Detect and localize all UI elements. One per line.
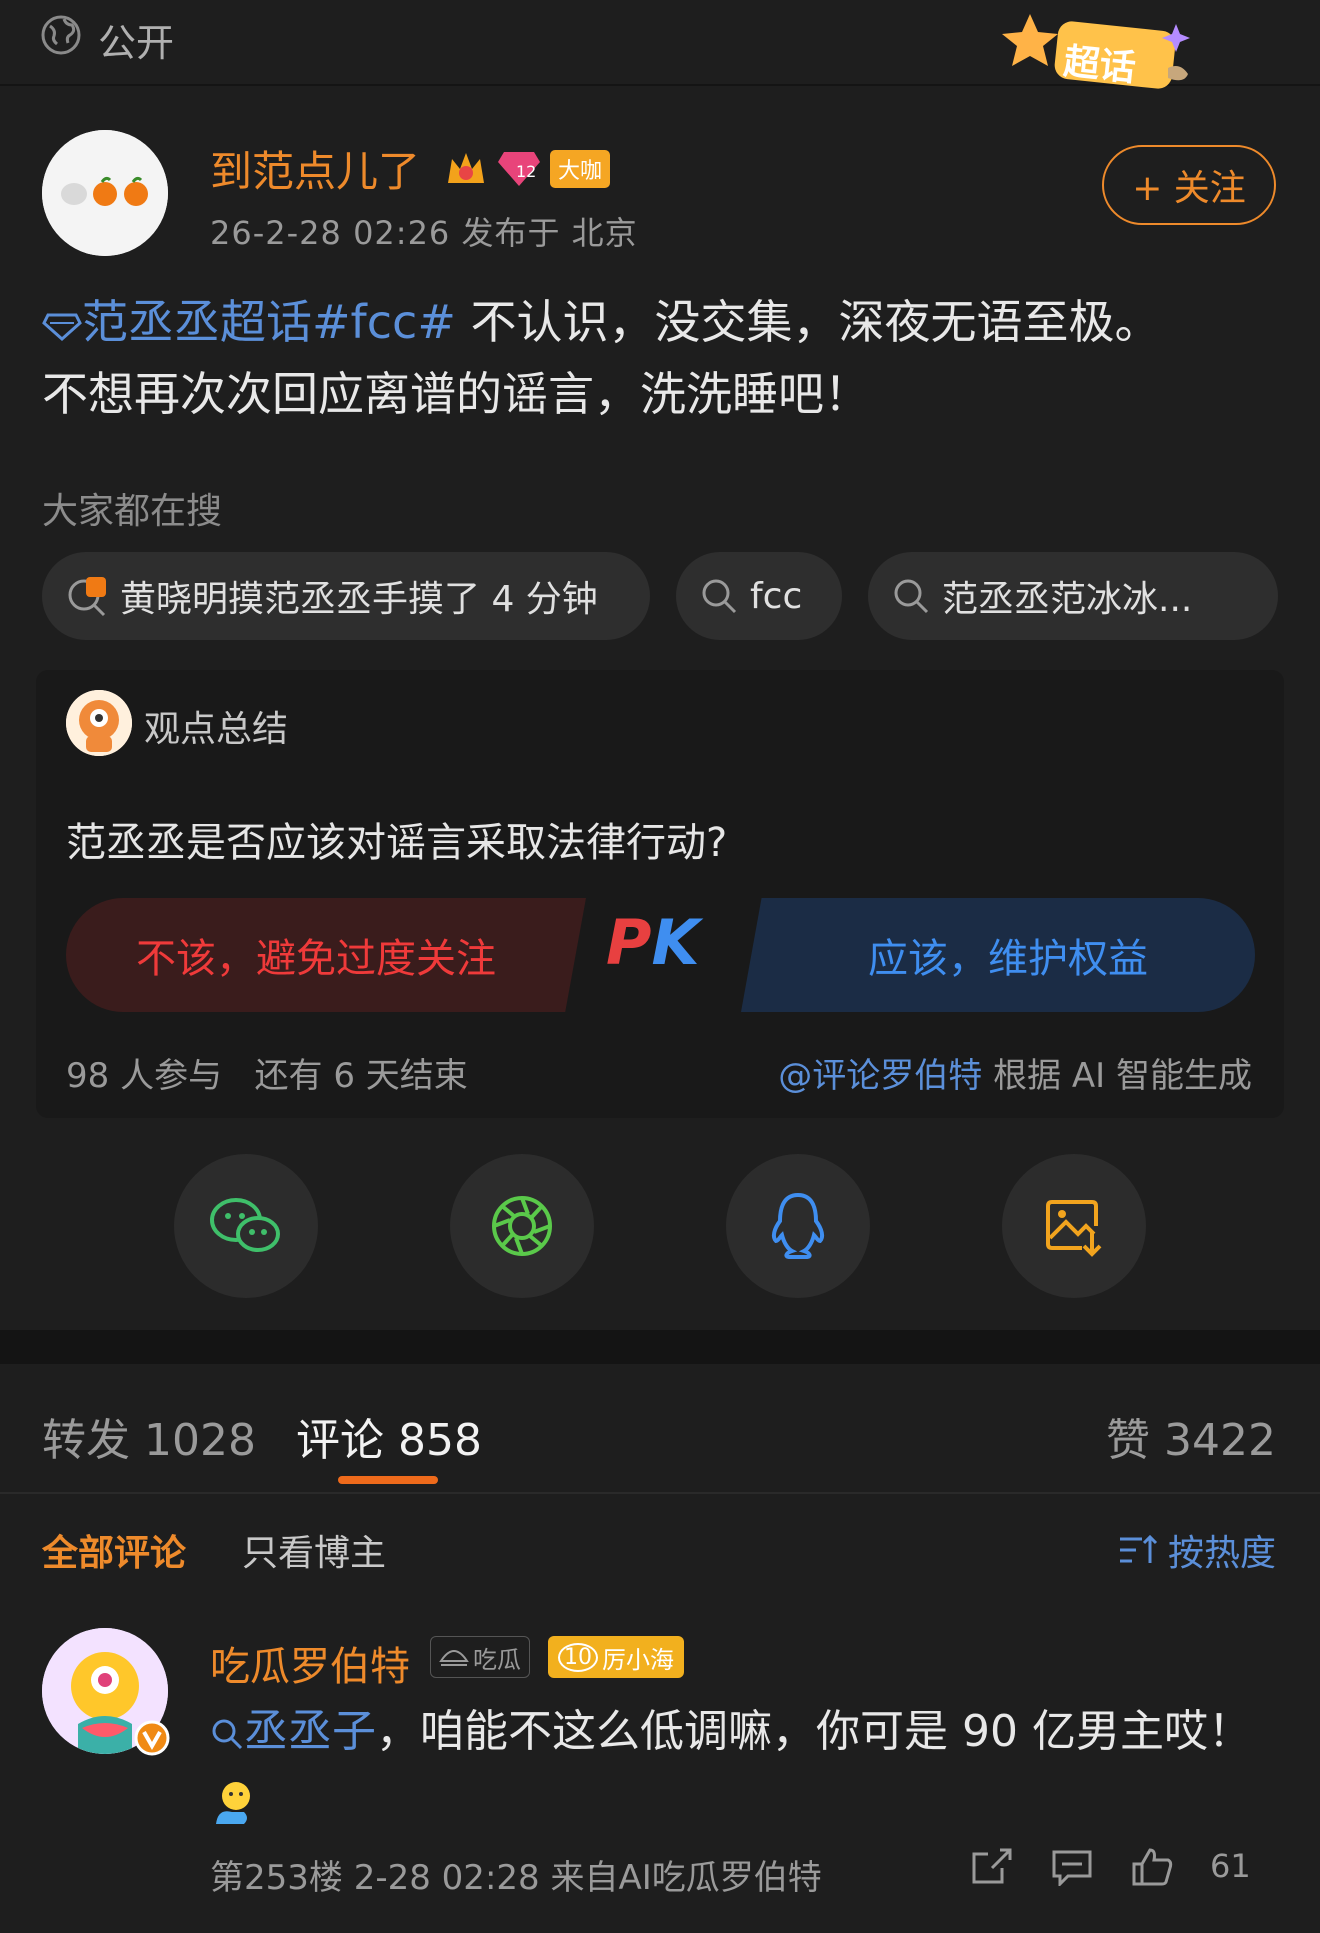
search-chip-label: fcc [750,575,803,617]
post-text-line2: 不想再次次回应离谱的谣言，洗洗睡吧！ [42,367,870,421]
share-moments-button[interactable] [450,1154,594,1298]
hot-search-icon [68,577,106,617]
search-chip[interactable]: 范丞丞范冰冰... [868,552,1278,640]
search-chip[interactable]: 黄晓明摸范丞丞手摸了 4 分钟 [42,552,650,640]
avatar-image [42,130,168,256]
share-qq-button[interactable] [726,1154,870,1298]
supertopic-badge-label: 超话 [1061,41,1138,90]
comment-text: ，咱能不这么低调嘛，你可是 90 亿男主哎！ [376,1706,1252,1757]
robot-icon [66,690,132,756]
commenter-name[interactable]: 吃瓜罗伯特 [210,1634,410,1692]
filter-owner-only[interactable]: 只看博主 [242,1524,386,1576]
source-suffix: 根据 AI 智能生成 [982,1056,1252,1096]
interaction-tabs: 转发 1028 评论 858 赞 3422 [0,1364,1320,1494]
like-icon[interactable] [1130,1846,1174,1886]
share-icon[interactable] [970,1846,1014,1886]
search-icon [702,579,737,614]
vip-badge: 大咖 [550,150,611,188]
save-image-button[interactable] [1002,1154,1146,1298]
follow-button[interactable]: + 关注 [1102,145,1276,225]
section-divider [0,1330,1320,1364]
time-remaining: 还有 6 天结束 [254,1056,468,1096]
post-meta: 26-2-28 02:26 发布于 北京 [210,214,638,252]
comment-body: 丞丞子，咱能不这么低调嘛，你可是 90 亿男主哎！ [210,1698,1280,1834]
globe-icon [41,15,81,55]
fan-tag-label: 吃瓜 [473,1645,521,1674]
commenter-level-tag: 10 厉小海 [548,1636,684,1678]
share-wechat-button[interactable] [174,1154,318,1298]
post-text-line1: 不认识，没交集，深夜无语至极。 [455,295,1161,349]
moments-icon [492,1196,552,1256]
mascot-avatar-image [42,1628,170,1756]
comment-search-link[interactable]: 丞丞子 [244,1706,376,1757]
comment-icon[interactable] [1050,1846,1094,1886]
emoji-icon [216,1782,250,1824]
source-mention[interactable]: @评论罗伯特 [778,1056,982,1096]
opinion-summary-card: 观点总结 范丞丞是否应该对谣言采取法律行动? 不该，避免过度关注 PK 应该，维… [36,670,1284,1118]
tab-repost[interactable]: 转发 1028 [42,1404,256,1468]
crown-icon [448,153,484,183]
qq-icon [771,1192,825,1259]
supertopic-link[interactable]: 范丞丞超话#fcc# [82,295,456,349]
tab-comment[interactable]: 评论 858 [296,1404,482,1468]
pk-p: P [606,906,652,979]
sort-by-hot-button[interactable]: 按热度 [1118,1524,1276,1576]
level-badge-number: 12 [516,162,537,181]
vote-option-for[interactable]: 应该，维护权益 [741,898,1255,1012]
wechat-icon [210,1198,280,1252]
tab-like[interactable]: 赞 3422 [1106,1404,1276,1468]
supertopic-diamond-icon [42,313,82,341]
summary-source: @评论罗伯特 根据 AI 智能生成 [778,1048,1252,1097]
save-image-icon [1046,1200,1102,1257]
like-count: 61 [1210,1847,1251,1885]
comment-meta: 第253楼 2-28 02:28 来自AI吃瓜罗伯特 [210,1858,822,1898]
author-name[interactable]: 到范点儿了 [210,138,420,199]
robot-avatar [66,690,132,756]
comment-actions: 61 [970,1846,1251,1886]
level-tag-label: 厉小海 [602,1645,674,1674]
summary-question: 范丞丞是否应该对谣言采取法律行动? [66,820,728,866]
search-chip-label: 范丞丞范冰冰... [942,579,1193,620]
commenter-avatar[interactable] [42,1628,170,1756]
supertopic-badge[interactable]: 超话 [1000,6,1220,106]
visibility-label[interactable]: 公开 [98,12,174,67]
level-number: 10 [558,1642,598,1672]
level-badge: 12 [496,146,542,192]
pk-label: PK [606,906,700,979]
filter-all-comments[interactable]: 全部评论 [42,1524,186,1576]
search-chip[interactable]: fcc [676,552,842,640]
search-icon [894,579,929,614]
summary-stats: 98 人参与 还有 6 天结束 [66,1048,468,1097]
pk-k: K [651,906,700,979]
vote-option-against[interactable]: 不该，避免过度关注 [66,898,586,1012]
author-avatar[interactable] [42,130,168,256]
search-icon [212,1719,243,1750]
sort-label: 按热度 [1167,1533,1276,1574]
participants-count: 98 人参与 [66,1056,223,1096]
commenter-fan-tag: 吃瓜 [430,1636,530,1678]
sort-icon [1119,1534,1158,1563]
top-bar: 公开 超话 [0,0,1320,90]
summary-title: 观点总结 [144,709,289,750]
active-tab-indicator [338,1476,438,1484]
author-badges: 12 大咖 [444,146,611,192]
trending-search-heading: 大家都在搜 [42,491,223,532]
search-chip-label: 黄晓明摸范丞丞手摸了 4 分钟 [120,579,598,620]
post-body: 范丞丞超话#fcc# 不认识，没交集，深夜无语至极。 不想再次次回应离谱的谣言，… [42,286,1282,430]
watermelon-icon [439,1650,469,1666]
